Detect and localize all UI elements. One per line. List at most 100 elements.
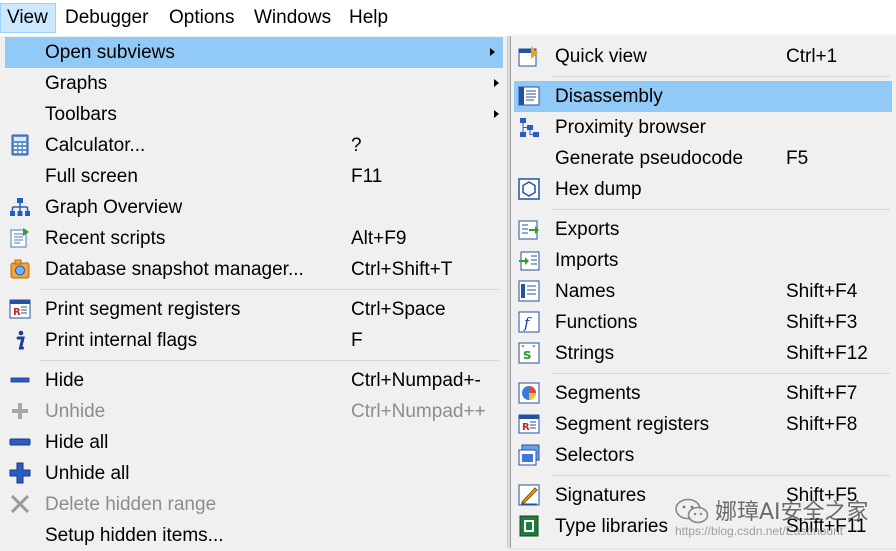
- signatures-icon: [518, 484, 540, 506]
- plus-all-icon: [9, 462, 31, 484]
- menu-help[interactable]: Help: [343, 3, 394, 33]
- menu-item-shortcut: Ctrl+Shift+T: [351, 259, 453, 280]
- plus-icon: [9, 400, 31, 422]
- menu-item-label: Calculator...: [45, 135, 146, 156]
- exports-icon: [518, 218, 540, 240]
- segment-registers-icon: R: [518, 413, 540, 435]
- menu-item-label: Print internal flags: [45, 330, 198, 351]
- menu-item-label: Disassembly: [555, 86, 663, 107]
- menu-item-print-segment-registers[interactable]: R Print segment registers Ctrl+Space: [0, 294, 507, 325]
- menu-windows[interactable]: Windows: [248, 3, 337, 33]
- menu-item-delete-hidden-range[interactable]: Delete hidden range: [0, 489, 507, 520]
- menu-item-database-snapshot[interactable]: Database snapshot manager... Ctrl+Shift+…: [0, 254, 507, 285]
- submenu-item-signatures[interactable]: Signatures Shift+F5: [511, 480, 896, 511]
- menu-item-label: Names: [555, 281, 616, 302]
- submenu-item-imports[interactable]: Imports: [511, 245, 896, 276]
- submenu-item-functions[interactable]: f Functions Shift+F3: [511, 307, 896, 338]
- menu-item-label: Signatures: [555, 485, 646, 506]
- menu-item-hide[interactable]: Hide Ctrl+Numpad+-: [0, 365, 507, 396]
- menu-item-calculator[interactable]: Calculator... ?: [0, 130, 507, 161]
- menu-item-shortcut: Ctrl+Numpad+-: [351, 370, 481, 391]
- menu-options[interactable]: Options: [163, 3, 240, 33]
- submenu-item-proximity-browser[interactable]: Proximity browser: [511, 112, 896, 143]
- menu-item-label: Segment registers: [555, 414, 710, 435]
- submenu-item-selectors[interactable]: Selectors: [511, 440, 896, 471]
- menu-item-label: Graphs: [45, 73, 108, 94]
- menu-item-print-internal-flags[interactable]: Print internal flags F: [0, 325, 507, 356]
- submenu-item-hex-dump[interactable]: Hex dump: [511, 174, 896, 205]
- menu-view[interactable]: View: [0, 3, 56, 33]
- menu-item-shortcut: F5: [786, 148, 809, 169]
- menu-separator: [551, 209, 890, 210]
- menu-item-full-screen[interactable]: Full screen F11: [0, 161, 507, 192]
- quick-view-icon: [518, 45, 540, 67]
- menu-item-label: Imports: [555, 250, 619, 271]
- menu-item-label: Hide all: [45, 432, 109, 453]
- menu-item-unhide[interactable]: Unhide Ctrl+Numpad++: [0, 396, 507, 427]
- menu-item-label: Graph Overview: [45, 197, 183, 218]
- hex-dump-icon: [518, 178, 540, 200]
- type-libraries-icon: [518, 515, 540, 537]
- menu-item-shortcut: Shift+F11: [786, 516, 867, 537]
- submenu-item-type-libraries[interactable]: Type libraries Shift+F11: [511, 511, 896, 542]
- imports-icon: [518, 249, 540, 271]
- submenu-item-quick-view[interactable]: Quick view Ctrl+1: [511, 41, 896, 72]
- selectors-icon: [518, 444, 540, 466]
- functions-icon: f: [518, 311, 540, 333]
- delete-icon: [9, 493, 31, 515]
- menu-item-label: Toolbars: [45, 104, 117, 125]
- info-icon: [9, 329, 31, 351]
- menu-separator: [551, 373, 890, 374]
- submenu-item-exports[interactable]: Exports: [511, 214, 896, 245]
- menu-item-label: Unhide: [45, 401, 106, 422]
- menu-item-shortcut: Ctrl+1: [786, 46, 838, 67]
- view-menu: Open subviews Graphs Toolbars Calculator…: [0, 36, 508, 548]
- database-snapshot-icon: [9, 258, 31, 280]
- scripts-icon: [9, 227, 31, 249]
- menu-item-label: Functions: [555, 312, 638, 333]
- menu-item-label: Unhide all: [45, 463, 130, 484]
- submenu-item-disassembly[interactable]: Disassembly: [514, 81, 892, 112]
- submenu-item-segment-registers[interactable]: R Segment registers Shift+F8: [511, 409, 896, 440]
- menu-item-unhide-all[interactable]: Unhide all: [0, 458, 507, 489]
- svg-text:R: R: [13, 307, 21, 318]
- submenu-item-strings[interactable]: s " " Strings Shift+F12: [511, 338, 896, 369]
- menu-item-label: Exports: [555, 219, 620, 240]
- menu-bar: View Debugger Options Windows Help: [0, 0, 896, 37]
- menu-item-shortcut: Shift+F3: [786, 312, 858, 333]
- svg-text:": ": [532, 344, 536, 353]
- disassembly-icon: [518, 85, 540, 107]
- submenu-item-names[interactable]: Names Shift+F4: [511, 276, 896, 307]
- menu-item-label: Setup hidden items...: [45, 525, 224, 546]
- menu-item-shortcut: Shift+F4: [786, 281, 858, 302]
- menu-item-shortcut: Ctrl+Numpad++: [351, 401, 486, 422]
- submenu-item-segments[interactable]: Segments Shift+F7: [511, 378, 896, 409]
- menu-separator: [551, 475, 890, 476]
- menu-separator: [40, 289, 499, 290]
- menu-item-label: Generate pseudocode: [555, 148, 744, 169]
- segment-registers-icon: R: [9, 298, 31, 320]
- menu-item-label: Print segment registers: [45, 299, 241, 320]
- menu-item-toolbars[interactable]: Toolbars: [0, 99, 507, 130]
- submenu-item-generate-pseudocode[interactable]: Generate pseudocode F5: [511, 143, 896, 174]
- menu-item-shortcut: Ctrl+Space: [351, 299, 446, 320]
- menu-item-graphs[interactable]: Graphs: [0, 68, 507, 99]
- minus-icon: [9, 369, 31, 391]
- menu-item-recent-scripts[interactable]: Recent scripts Alt+F9: [0, 223, 507, 254]
- minus-all-icon: [9, 431, 31, 453]
- strings-icon: s " ": [518, 342, 540, 364]
- menu-item-open-subviews[interactable]: Open subviews: [5, 37, 503, 68]
- menu-item-shortcut: Shift+F5: [786, 485, 858, 506]
- menu-item-label: Type libraries: [555, 516, 668, 537]
- menu-item-graph-overview[interactable]: Graph Overview: [0, 192, 507, 223]
- menu-item-label: Quick view: [555, 46, 647, 67]
- menu-item-shortcut: Shift+F8: [786, 414, 858, 435]
- menu-item-setup-hidden-items[interactable]: Setup hidden items...: [0, 520, 507, 551]
- names-icon: [518, 280, 540, 302]
- submenu-arrow-icon: [490, 48, 495, 56]
- menu-item-shortcut: ?: [351, 135, 362, 156]
- menu-item-hide-all[interactable]: Hide all: [0, 427, 507, 458]
- svg-text:R: R: [522, 422, 530, 433]
- menu-debugger[interactable]: Debugger: [59, 3, 154, 33]
- menu-item-label: Delete hidden range: [45, 494, 217, 515]
